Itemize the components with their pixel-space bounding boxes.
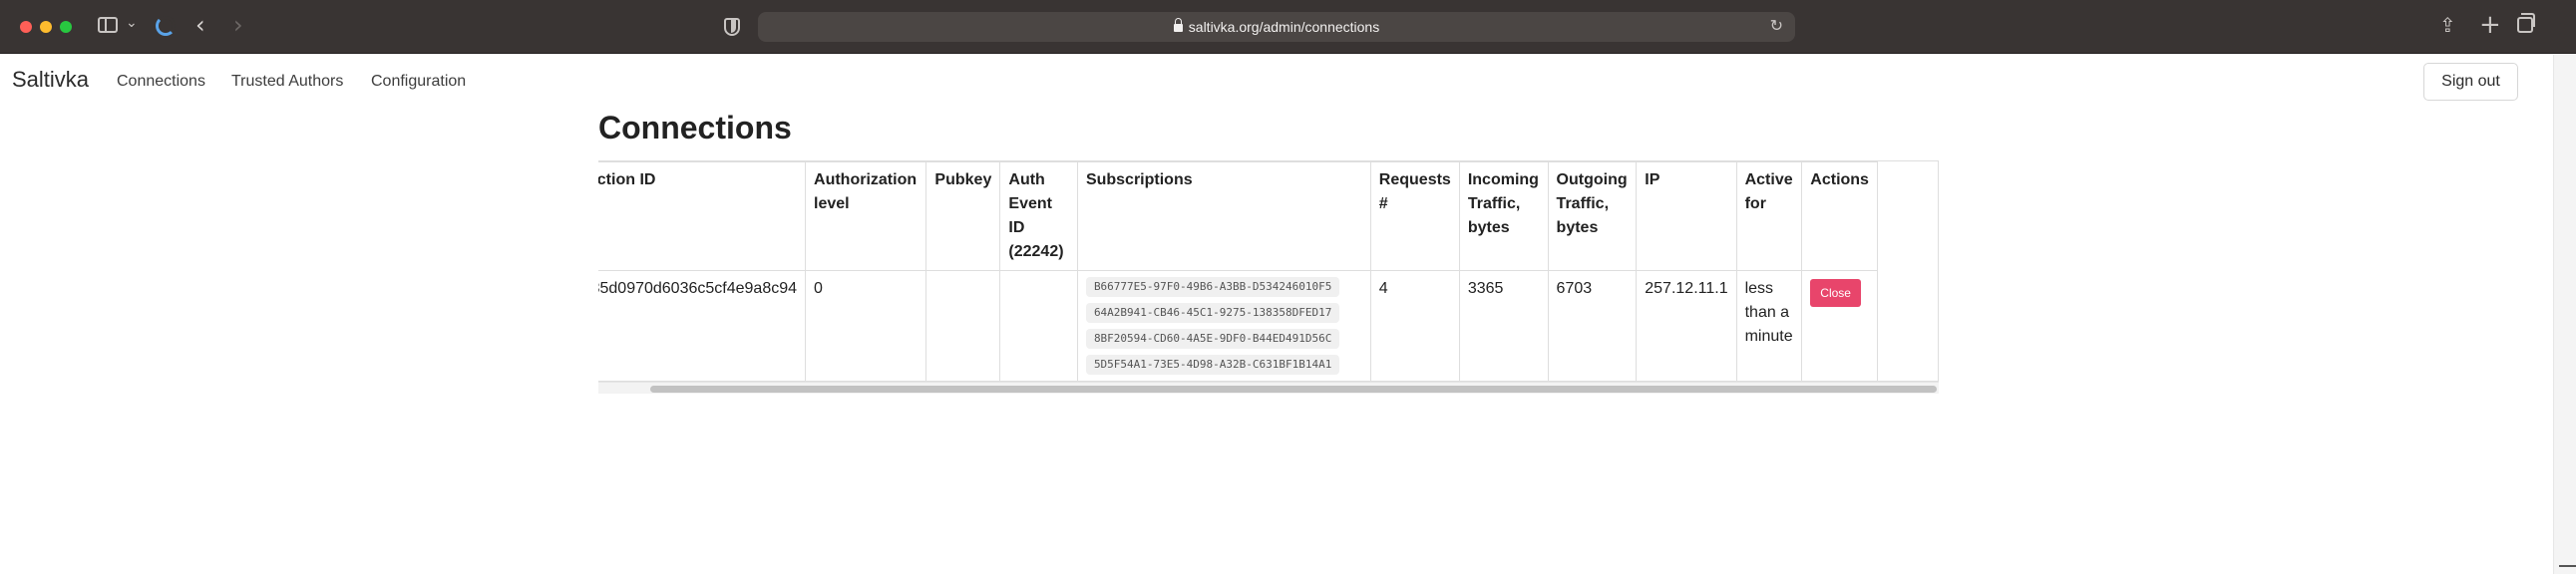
- cell-subscriptions: B66777E5-97F0-49B6-A3BB-D534246010F5 64A…: [1076, 270, 1371, 381]
- header-auth-event-id: Auth Event ID (22242): [999, 161, 1078, 271]
- close-connection-button[interactable]: Close: [1810, 279, 1861, 307]
- close-window-button[interactable]: [20, 21, 32, 33]
- cell-actions: Close: [1801, 270, 1878, 381]
- lock-icon: [1173, 18, 1183, 32]
- cell-active-for: less than a minute: [1735, 270, 1803, 381]
- nav-link-connections[interactable]: Connections: [117, 73, 205, 91]
- cell-authorization-level: 0: [805, 270, 927, 381]
- header-connection-id: Connection ID: [598, 161, 807, 271]
- loading-spinner-icon: [156, 16, 176, 36]
- table-row: 6cd1935d0970d6036c5cf4e9a8c94 0 B66777E5…: [598, 270, 1878, 381]
- connections-table: Connection ID Authorization level Pubkey…: [598, 161, 1878, 381]
- subscription-tag: 8BF20594-CD60-4A5E-9DF0-B44ED491D56C: [1085, 329, 1340, 349]
- back-arrow-icon[interactable]: ‹: [195, 11, 205, 39]
- browser-toolbar: ⌄ ‹ › saltivka.org/admin/connections ↻ ⇪…: [0, 0, 2576, 54]
- new-tab-icon[interactable]: +: [2479, 10, 2501, 40]
- header-active-for: Active for: [1735, 161, 1803, 271]
- cell-incoming-traffic: 3365: [1458, 270, 1549, 381]
- header-incoming-traffic: Incoming Traffic, bytes: [1458, 161, 1549, 271]
- url-text: saltivka.org/admin/connections: [1188, 19, 1380, 35]
- page-content: Saltivka Connections Trusted Authors Con…: [0, 55, 2553, 574]
- scrollbar-marker: [2559, 565, 2576, 567]
- header-subscriptions: Subscriptions: [1076, 161, 1371, 271]
- chevron-down-icon[interactable]: ⌄: [126, 15, 138, 31]
- page-title: Connections: [598, 110, 792, 145]
- sign-out-button[interactable]: Sign out: [2423, 63, 2518, 101]
- subscription-tag: 64A2B941-CB46-45C1-9275-138358DFED17: [1085, 303, 1340, 323]
- nav-link-trusted-authors[interactable]: Trusted Authors: [231, 73, 343, 91]
- cell-requests: 4: [1369, 270, 1460, 381]
- sidebar-icon[interactable]: [98, 17, 118, 33]
- header-outgoing-traffic: Outgoing Traffic, bytes: [1547, 161, 1638, 271]
- forward-arrow-icon[interactable]: ›: [233, 11, 243, 39]
- header-requests: Requests #: [1369, 161, 1460, 271]
- table-header-row: Connection ID Authorization level Pubkey…: [598, 161, 1878, 271]
- header-authorization-level: Authorization level: [805, 161, 927, 271]
- maximize-window-button[interactable]: [60, 21, 72, 33]
- header-actions: Actions: [1801, 161, 1878, 271]
- subscription-tag: 5D5F54A1-73E5-4D98-A32B-C631BF1B14A1: [1085, 355, 1340, 375]
- nav-link-configuration[interactable]: Configuration: [371, 73, 466, 91]
- brand-link[interactable]: Saltivka: [12, 67, 89, 93]
- header-ip: IP: [1636, 161, 1737, 271]
- table-horizontal-scrollbar[interactable]: [598, 382, 1939, 394]
- header-pubkey: Pubkey: [925, 161, 1001, 271]
- top-navbar: Saltivka Connections Trusted Authors Con…: [0, 55, 2553, 107]
- connections-table-container: Connection ID Authorization level Pubkey…: [598, 160, 1939, 382]
- shield-icon[interactable]: [724, 18, 740, 36]
- cell-auth-event-id: [999, 270, 1078, 381]
- cell-outgoing-traffic: 6703: [1547, 270, 1638, 381]
- scrollbar-thumb[interactable]: [650, 386, 1937, 393]
- page-vertical-scrollbar[interactable]: [2553, 55, 2576, 574]
- subscription-tag: B66777E5-97F0-49B6-A3BB-D534246010F5: [1085, 277, 1340, 297]
- reload-icon[interactable]: ↻: [1770, 16, 1783, 36]
- minimize-window-button[interactable]: [40, 21, 52, 33]
- share-icon[interactable]: ⇪: [2439, 13, 2456, 37]
- tab-overview-icon[interactable]: [2517, 13, 2535, 33]
- cell-pubkey: [925, 270, 1001, 381]
- address-bar[interactable]: saltivka.org/admin/connections ↻: [758, 12, 1795, 42]
- cell-ip: 257.12.11.1: [1636, 270, 1737, 381]
- cell-connection-id: 6cd1935d0970d6036c5cf4e9a8c94: [598, 270, 807, 381]
